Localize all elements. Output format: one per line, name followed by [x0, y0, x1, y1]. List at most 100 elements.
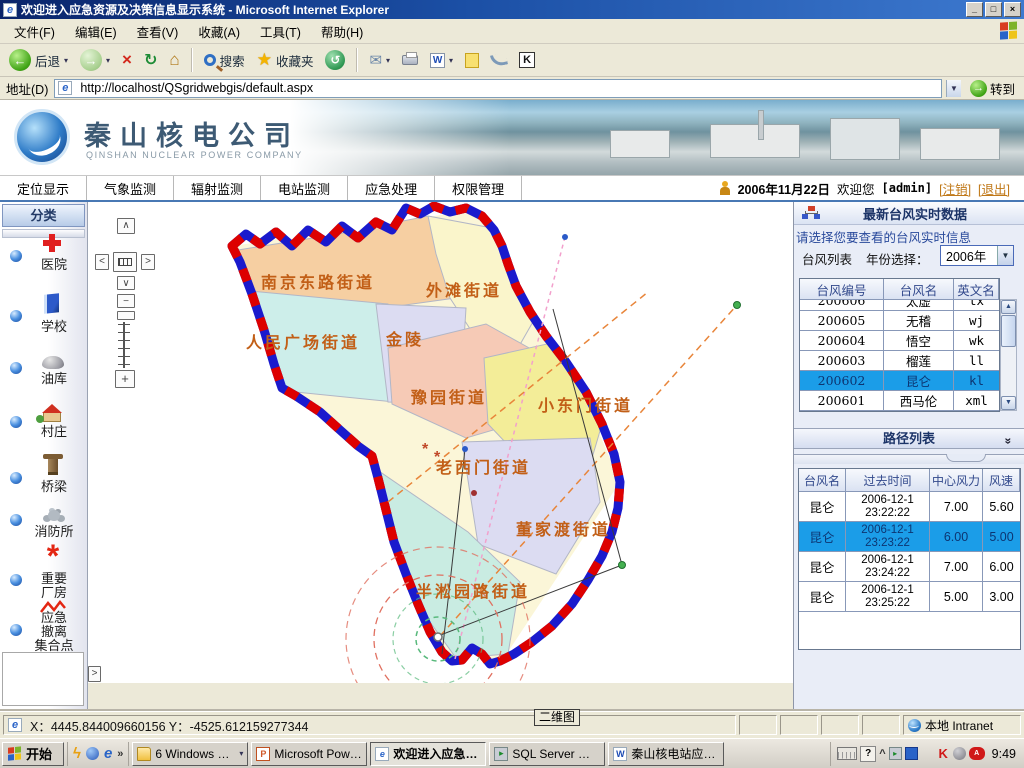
sphere-bullet-icon[interactable] [10, 416, 22, 428]
scroll-down-icon[interactable]: ▼ [1001, 396, 1016, 410]
disc-tray-icon[interactable] [953, 747, 966, 760]
nav-tab-station[interactable]: 电站监测 [261, 176, 348, 200]
pan-left-button[interactable]: < [95, 254, 109, 270]
nav-tab-permission[interactable]: 权限管理 [435, 176, 522, 200]
restore-button[interactable]: □ [985, 2, 1002, 17]
typhoon-center-marker[interactable] [434, 633, 442, 641]
minimize-button[interactable]: _ [966, 2, 983, 17]
zoom-in-step-button[interactable]: + [115, 370, 135, 388]
typhoon-row[interactable]: 200603榴莲ll [800, 351, 999, 371]
path-row[interactable]: 昆仑2006-12-1 23:22:227.005.60 [799, 492, 1020, 522]
taskbar-button-explorer-group[interactable]: 6 Windows Expl... ▾ [132, 742, 248, 766]
taskbar-button-word[interactable]: W 秦山核电站应急... [608, 742, 724, 766]
panel-splitter[interactable] [794, 454, 1024, 464]
k-plugin-button[interactable]: K [514, 50, 540, 70]
point-marker[interactable] [562, 234, 568, 240]
nav-tab-weather[interactable]: 气象监测 [87, 176, 174, 200]
zoom-out-step-button[interactable]: − [117, 294, 135, 308]
grid-tray-icon[interactable] [921, 747, 934, 760]
year-select[interactable]: 2006年 ▼ [940, 245, 1014, 266]
menu-edit[interactable]: 编辑(E) [65, 19, 127, 44]
go-button[interactable]: → 转到 [965, 78, 1020, 99]
help-tray-icon[interactable]: ? [860, 746, 876, 762]
back-dropdown-icon[interactable]: ▾ [64, 56, 68, 65]
nav-tab-emergency[interactable]: 应急处理 [348, 176, 435, 200]
splitter-grip[interactable] [946, 454, 986, 462]
taskbar-button-ie-active[interactable]: e 欢迎进入应急资... [370, 742, 486, 766]
antivirus-tray-icon[interactable]: K [937, 747, 950, 760]
point-marker[interactable] [619, 562, 626, 569]
exit-link[interactable]: [退出] [978, 179, 1010, 198]
path-row[interactable]: 昆仑2006-12-1 23:25:225.003.00 [799, 582, 1020, 612]
nav-tab-radiation[interactable]: 辐射监测 [174, 176, 261, 200]
collapse-chevron-icon[interactable]: » [999, 438, 1019, 445]
path-row-selected[interactable]: 昆仑2006-12-1 23:23:226.005.00 [799, 522, 1020, 552]
map-area[interactable]: * * 南京东路街道 外滩街道 人民广场街道 金陵 豫园街道 小东门街道 老西门… [88, 202, 793, 683]
favorites-button[interactable]: ★ 收藏夹 [252, 48, 319, 72]
taskbar-button-powerpoint[interactable]: P Microsoft PowerP... [251, 742, 367, 766]
path-list-header[interactable]: 路径列表 » [794, 428, 1024, 449]
typhoon-row[interactable]: 200601西马伦xml [800, 391, 999, 411]
typhoon-table-scrollbar[interactable]: ▲ ▼ [1000, 299, 1017, 411]
quicklaunch-ie-icon[interactable]: e [104, 745, 112, 762]
point-marker[interactable] [471, 490, 477, 496]
home-button[interactable]: ⌂ [164, 48, 184, 72]
print-button[interactable] [397, 53, 423, 67]
notes-button[interactable] [460, 51, 484, 70]
tray-collapse-chevron[interactable]: ^ [879, 748, 885, 760]
district-map[interactable]: * * 南京东路街道 外滩街道 人民广场街道 金陵 豫园街道 小东门街道 老西门… [88, 202, 793, 683]
address-dropdown-icon[interactable]: ▼ [946, 80, 961, 97]
taskbar-button-sql-server[interactable]: ▸ SQL Server 服务... [489, 742, 605, 766]
menu-favorites[interactable]: 收藏(A) [188, 19, 250, 44]
point-marker[interactable] [462, 446, 468, 452]
history-button[interactable]: ↺ [320, 48, 350, 72]
sphere-bullet-icon[interactable] [10, 574, 22, 586]
scroll-up-icon[interactable]: ▲ [1001, 300, 1016, 314]
pan-up-button[interactable]: ∧ [117, 218, 135, 234]
menu-file[interactable]: 文件(F) [4, 19, 65, 44]
sphere-bullet-icon[interactable] [10, 472, 22, 484]
start-button[interactable]: 开始 [2, 742, 64, 766]
menu-help[interactable]: 帮助(H) [311, 19, 373, 44]
quicklaunch-overflow-chevron[interactable]: » [117, 748, 123, 760]
forward-button[interactable]: → ▾ [75, 47, 115, 73]
ati-tray-icon[interactable]: A [969, 747, 985, 760]
point-marker[interactable] [734, 302, 741, 309]
sphere-bullet-icon[interactable] [10, 250, 22, 262]
sidebar-collapse-button[interactable]: > [88, 666, 101, 682]
keyboard-layout-icon[interactable] [837, 747, 857, 760]
nav-tab-location[interactable]: 定位显示 [0, 176, 87, 200]
sphere-bullet-icon[interactable] [10, 310, 22, 322]
typhoon-row[interactable]: 200605无稽wj [800, 311, 999, 331]
address-input[interactable]: e http://localhost/QSgridwebgis/default.… [54, 79, 942, 98]
close-button[interactable]: × [1004, 2, 1021, 17]
edit-word-button[interactable]: W▾ [425, 51, 458, 70]
sphere-bullet-icon[interactable] [10, 514, 22, 526]
search-button[interactable]: 搜索 [199, 49, 250, 72]
logout-link[interactable]: [注销] [939, 179, 971, 198]
sql-tray-icon[interactable]: ▸ [889, 747, 902, 760]
path-row[interactable]: 昆仑2006-12-1 23:24:227.006.00 [799, 552, 1020, 582]
zoom-slider-handle[interactable] [117, 311, 135, 320]
sphere-bullet-icon[interactable] [10, 362, 22, 374]
back-button[interactable]: ← 后退 ▾ [4, 47, 73, 73]
year-dropdown-icon[interactable]: ▼ [997, 246, 1013, 265]
pan-down-button[interactable]: ∨ [117, 276, 135, 290]
sphere-bullet-icon[interactable] [10, 624, 22, 636]
typhoon-row[interactable]: 200604悟空wk [800, 331, 999, 351]
measure-center-button[interactable] [113, 252, 137, 272]
refresh-button[interactable]: ↻ [139, 48, 162, 72]
typhoon-row[interactable]: 200606太虚tx [800, 300, 999, 311]
forward-dropdown-icon[interactable]: ▾ [106, 56, 110, 65]
quicklaunch-app-icon[interactable] [86, 747, 99, 760]
network-tray-icon[interactable] [905, 747, 918, 760]
scroll-thumb[interactable] [1001, 315, 1016, 347]
menu-tools[interactable]: 工具(T) [250, 19, 311, 44]
menu-view[interactable]: 查看(V) [127, 19, 189, 44]
mail-button[interactable]: ✉▾ [364, 49, 395, 71]
stop-button[interactable]: × [117, 49, 137, 71]
quicklaunch-bolt-icon[interactable]: ϟ [73, 745, 81, 762]
messenger-button[interactable] [486, 52, 512, 68]
pan-right-button[interactable]: > [141, 254, 155, 270]
typhoon-row-selected[interactable]: 200602昆仑kl [800, 371, 999, 391]
